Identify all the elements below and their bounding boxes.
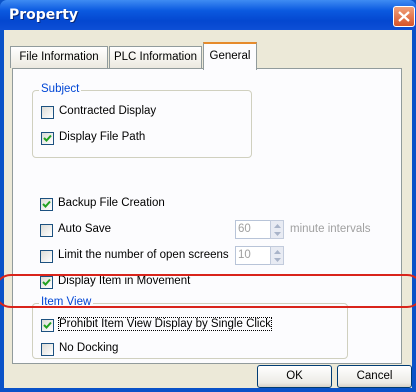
checkbox-box[interactable] <box>41 106 54 119</box>
open-screens-limit-field[interactable]: 10 <box>235 246 271 265</box>
group-label: Subject <box>39 83 82 95</box>
auto-save-unit-label: minute intervals <box>290 223 371 235</box>
spin-down-icon <box>274 258 281 262</box>
checkbox-label: Backup File Creation <box>58 197 165 209</box>
open-screens-spinner[interactable] <box>270 246 284 265</box>
close-button[interactable] <box>393 6 415 27</box>
check-icon <box>42 200 51 208</box>
tab-file-information[interactable]: File Information <box>10 46 108 68</box>
checkbox-box[interactable] <box>41 343 54 356</box>
check-icon <box>43 321 52 329</box>
spin-down-icon <box>274 232 281 236</box>
checkbox-label: Limit the number of open screens <box>58 249 229 261</box>
title-bar[interactable]: Property <box>0 0 416 30</box>
tab-plc-information[interactable]: PLC Information <box>109 46 202 68</box>
spin-up-icon <box>274 224 281 228</box>
spin-up-icon <box>274 250 281 254</box>
property-dialog: Property File Information PLC Informatio… <box>0 0 416 392</box>
subject-group: Subject Contracted Display Display File … <box>32 83 252 158</box>
auto-save-spinner[interactable] <box>270 220 284 239</box>
cancel-button[interactable]: Cancel <box>337 365 412 388</box>
item-view-group: Item View Prohibit Item View Display by … <box>32 296 348 359</box>
checkbox-box[interactable] <box>41 132 54 145</box>
close-icon <box>398 11 410 22</box>
checkbox-label: Prohibit Item View Display by Single Cli… <box>58 317 272 331</box>
checkbox-box[interactable] <box>40 276 53 289</box>
checkbox-box[interactable] <box>40 224 53 237</box>
checkbox-label: Contracted Display <box>59 105 157 117</box>
tab-label: PLC Information <box>113 51 198 63</box>
group-label: Item View <box>39 296 94 308</box>
checkbox-label: Auto Save <box>58 223 112 235</box>
tab-label: General <box>209 50 251 62</box>
auto-save-interval-field[interactable]: 60 <box>235 220 271 239</box>
general-tab-panel: Subject Contracted Display Display File … <box>12 68 402 364</box>
tab-label: File Information <box>19 51 99 63</box>
window-title: Property <box>9 7 79 23</box>
checkbox-box[interactable] <box>41 319 54 332</box>
checkbox-label: Display File Path <box>59 131 146 143</box>
checkbox-box[interactable] <box>40 250 53 263</box>
dialog-body: File Information PLC Information General… <box>4 30 412 388</box>
checkbox-label: No Docking <box>59 342 119 354</box>
checkbox-box[interactable] <box>40 198 53 211</box>
check-icon <box>42 278 51 286</box>
check-icon <box>43 134 52 142</box>
ok-button[interactable]: OK <box>257 365 332 388</box>
checkbox-label: Display Item in Movement <box>58 275 191 287</box>
tab-general[interactable]: General <box>203 42 257 70</box>
